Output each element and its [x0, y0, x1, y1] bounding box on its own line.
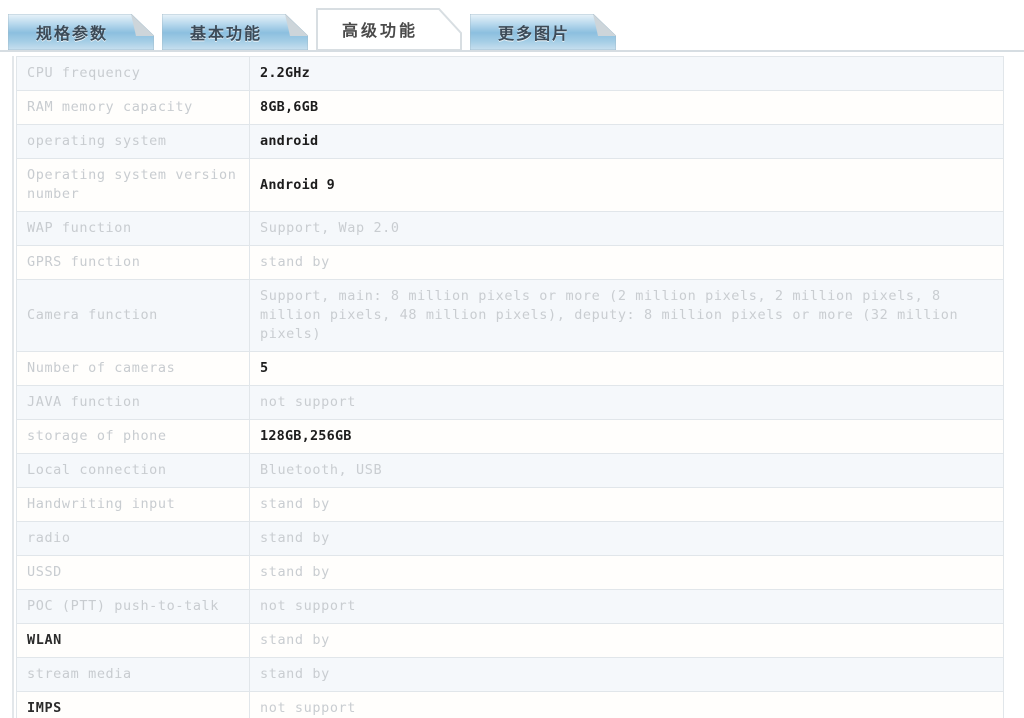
spec-value-cell: not support — [249, 385, 1004, 420]
tab-label: 更多图片 — [497, 24, 570, 43]
table-row: RAM memory capacity 8GB,6GB — [16, 90, 1004, 125]
spec-value-cell: 8GB,6GB — [249, 90, 1004, 125]
spec-value-cell: 128GB,256GB — [249, 419, 1004, 454]
spec-key-cell: Camera function — [16, 279, 250, 352]
table-row: JAVA function not support — [16, 385, 1004, 420]
spec-value-cell: not support — [249, 589, 1004, 624]
spec-key-cell: Handwriting input — [16, 487, 250, 522]
table-row: CPU frequency 2.2GHz — [16, 56, 1004, 91]
tab-label: 高级功能 — [341, 21, 418, 40]
spec-value-cell: stand by — [249, 521, 1004, 556]
spec-key-cell: USSD — [16, 555, 250, 590]
table-row: POC (PTT) push-to-talk not support — [16, 589, 1004, 624]
table-row: WLAN stand by — [16, 623, 1004, 658]
table-row: Number of cameras 5 — [16, 351, 1004, 386]
table-row: Camera function Support, main: 8 million … — [16, 279, 1004, 352]
spec-value-cell: Bluetooth, USB — [249, 453, 1004, 488]
spec-value-cell: not support — [249, 691, 1004, 718]
table-row: radio stand by — [16, 521, 1004, 556]
spec-key-cell: radio — [16, 521, 250, 556]
spec-table-container: CPU frequency 2.2GHz RAM memory capacity 8G… — [12, 56, 1004, 718]
table-row: IMPS not support — [16, 691, 1004, 718]
spec-key-cell: CPU frequency — [16, 56, 250, 91]
spec-value-cell: Android 9 — [249, 158, 1004, 212]
spec-value-cell: stand by — [249, 245, 1004, 280]
spec-key-cell: stream media — [16, 657, 250, 692]
page-root: 规格参数 基本功能 高级功能 更多图片 CPU frequency 2.2GHz… — [0, 0, 1024, 718]
spec-key-cell: Number of cameras — [16, 351, 250, 386]
spec-value-cell: 5 — [249, 351, 1004, 386]
table-row: storage of phone 128GB,256GB — [16, 419, 1004, 454]
spec-key-cell: JAVA function — [16, 385, 250, 420]
spec-value-cell: stand by — [249, 555, 1004, 590]
spec-key-cell: storage of phone — [16, 419, 250, 454]
table-row: operating system android — [16, 124, 1004, 159]
spec-key-cell: Operating system version number — [16, 158, 250, 212]
table-row: USSD stand by — [16, 555, 1004, 590]
spec-key-cell: WAP function — [16, 211, 250, 246]
tab-bar: 规格参数 基本功能 高级功能 更多图片 — [0, 0, 1024, 52]
spec-value-cell: Support, Wap 2.0 — [249, 211, 1004, 246]
spec-key-cell: WLAN — [16, 623, 250, 658]
table-row: Handwriting input stand by — [16, 487, 1004, 522]
spec-key-cell: IMPS — [16, 691, 250, 718]
tab-bar-underline — [0, 50, 1024, 52]
spec-value-cell: Support, main: 8 million pixels or more … — [249, 279, 1004, 352]
spec-value-cell: stand by — [249, 487, 1004, 522]
spec-value-cell: stand by — [249, 623, 1004, 658]
spec-value-cell: android — [249, 124, 1004, 159]
table-row: Local connection Bluetooth, USB — [16, 453, 1004, 488]
tab-label: 基本功能 — [189, 24, 262, 43]
spec-key-cell: GPRS function — [16, 245, 250, 280]
tab-advanced-functions[interactable]: 高级功能 — [316, 8, 462, 50]
spec-key-cell: POC (PTT) push-to-talk — [16, 589, 250, 624]
spec-table: CPU frequency 2.2GHz RAM memory capacity 8G… — [16, 56, 1004, 718]
table-row: GPRS function stand by — [16, 245, 1004, 280]
table-row: Operating system version number Android 9 — [16, 158, 1004, 212]
table-row: WAP function Support, Wap 2.0 — [16, 211, 1004, 246]
viewport-clip: 规格参数 基本功能 高级功能 更多图片 CPU frequency 2.2GHz… — [0, 0, 1024, 718]
table-row: stream media stand by — [16, 657, 1004, 692]
spec-key-cell: Local connection — [16, 453, 250, 488]
spec-key-cell: operating system — [16, 124, 250, 159]
tab-more-pictures[interactable]: 更多图片 — [470, 14, 616, 50]
spec-value-cell: 2.2GHz — [249, 56, 1004, 91]
tab-label: 规格参数 — [35, 24, 108, 43]
tab-basic-functions[interactable]: 基本功能 — [162, 14, 308, 50]
spec-value-cell: stand by — [249, 657, 1004, 692]
spec-key-cell: RAM memory capacity — [16, 90, 250, 125]
tab-specifications[interactable]: 规格参数 — [8, 14, 154, 50]
